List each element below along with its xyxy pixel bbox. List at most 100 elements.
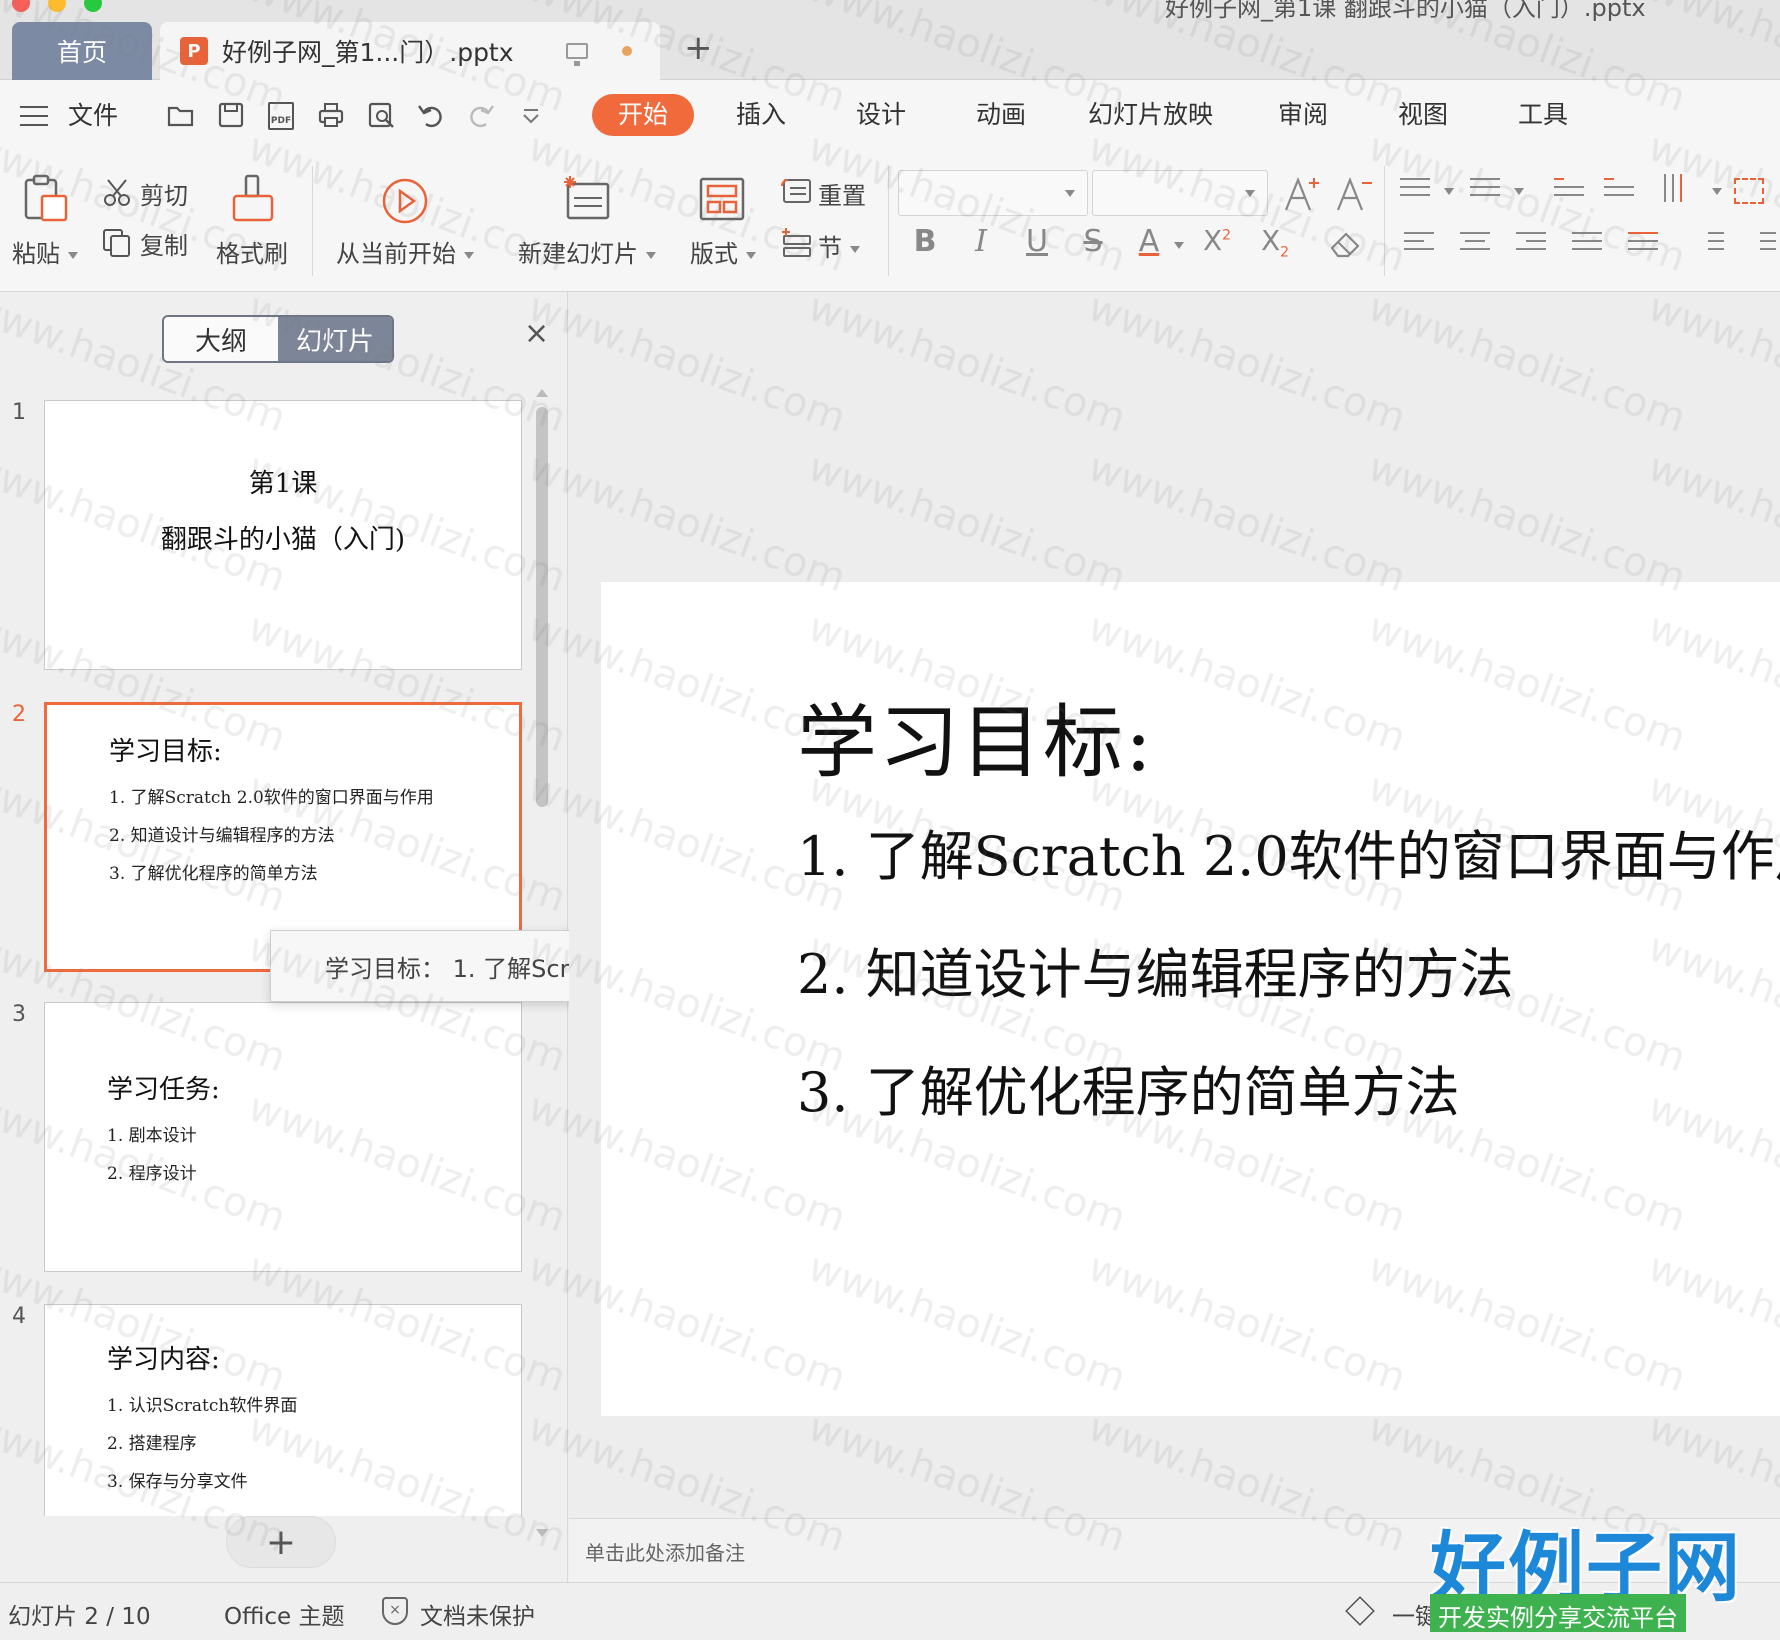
reset-button[interactable]: 重置 bbox=[818, 176, 866, 211]
protection-status[interactable]: 文档未保护 bbox=[420, 1597, 535, 1631]
monitor-icon[interactable] bbox=[565, 43, 588, 66]
slide-thumbnail-3[interactable]: 学习任务: 1. 剧本设计 2. 程序设计 bbox=[44, 1002, 522, 1272]
cut-button[interactable]: 剪切 bbox=[140, 176, 188, 211]
new-slide-icon[interactable] bbox=[562, 174, 614, 224]
line-spacing-icon[interactable] bbox=[1696, 232, 1726, 258]
increase-font-icon[interactable] bbox=[1282, 174, 1322, 214]
zoom-window-button[interactable] bbox=[84, 0, 102, 12]
tab-slides[interactable]: 幻灯片 bbox=[278, 317, 392, 361]
bold-icon[interactable]: B bbox=[908, 224, 942, 259]
tab-animation[interactable]: 动画 bbox=[976, 94, 1026, 136]
cube-icon[interactable] bbox=[1345, 1596, 1375, 1626]
scroll-up-arrow-icon[interactable] bbox=[536, 389, 548, 397]
slide-thumbnail-1[interactable]: 第1课 翻跟斗的小猫（入门) bbox=[44, 400, 522, 670]
undo-icon[interactable] bbox=[416, 100, 446, 130]
italic-icon[interactable]: I bbox=[964, 224, 998, 259]
tab-document-label: 好例子网_第1...门）.pptx bbox=[222, 38, 514, 67]
chevron-down-icon[interactable] bbox=[1444, 188, 1454, 195]
justify-icon[interactable] bbox=[1572, 232, 1602, 258]
thumb-text: 2. 知道设计与编辑程序的方法 bbox=[109, 826, 335, 846]
decrease-font-icon[interactable] bbox=[1334, 174, 1374, 214]
new-slide-button[interactable]: 新建幻灯片 bbox=[518, 234, 656, 269]
font-size-select[interactable] bbox=[1092, 170, 1268, 216]
chevron-down-icon[interactable] bbox=[1712, 188, 1722, 195]
font-name-select[interactable] bbox=[898, 170, 1088, 216]
scroll-down-arrow-icon[interactable] bbox=[536, 1529, 548, 1537]
underline-icon[interactable]: U bbox=[1020, 224, 1054, 259]
bullet-list-icon[interactable] bbox=[1400, 178, 1430, 204]
redo-icon[interactable] bbox=[466, 100, 496, 130]
align-right-icon[interactable] bbox=[1516, 232, 1546, 258]
add-slide-button[interactable]: + bbox=[226, 1516, 336, 1568]
chevron-down-icon[interactable] bbox=[1174, 242, 1184, 249]
tab-home[interactable]: 首页 bbox=[12, 22, 152, 80]
print-icon[interactable] bbox=[316, 100, 346, 130]
chevron-down-icon bbox=[464, 251, 474, 259]
paragraph-spacing-icon[interactable] bbox=[1748, 232, 1778, 258]
thumb-text: 2. 程序设计 bbox=[107, 1164, 197, 1184]
save-icon[interactable] bbox=[216, 100, 246, 130]
chevron-down-icon bbox=[68, 251, 78, 259]
slide-bullet[interactable]: 2. 知道设计与编辑程序的方法 bbox=[797, 930, 1514, 1009]
increase-indent-icon[interactable] bbox=[1604, 178, 1634, 204]
copy-icon[interactable] bbox=[102, 228, 132, 258]
paste-button[interactable]: 粘贴 bbox=[12, 234, 78, 269]
customize-quick-access-icon[interactable] bbox=[516, 100, 546, 130]
text-direction-icon[interactable] bbox=[1664, 174, 1694, 206]
play-from-current-button[interactable]: 从当前开始 bbox=[336, 234, 474, 269]
print-preview-icon[interactable] bbox=[366, 100, 396, 130]
align-left-icon[interactable] bbox=[1404, 232, 1434, 258]
paste-icon[interactable] bbox=[20, 172, 72, 224]
chevron-down-icon[interactable] bbox=[1514, 188, 1524, 195]
tab-document[interactable]: P 好例子网_第1...门）.pptx bbox=[160, 22, 660, 80]
copy-button[interactable]: 复制 bbox=[140, 226, 188, 261]
theme-name[interactable]: Office 主题 bbox=[224, 1597, 344, 1631]
minimize-window-button[interactable] bbox=[48, 0, 66, 12]
decrease-indent-icon[interactable] bbox=[1554, 178, 1584, 204]
tab-outline[interactable]: 大纲 bbox=[164, 317, 278, 361]
hamburger-menu-icon[interactable] bbox=[20, 106, 48, 126]
strikethrough-icon[interactable]: S bbox=[1076, 224, 1110, 259]
format-painter-button[interactable]: 格式刷 bbox=[216, 234, 288, 269]
logo-subtitle: 开发实例分享交流平台 bbox=[1430, 1594, 1686, 1632]
tab-review[interactable]: 审阅 bbox=[1278, 94, 1328, 136]
chevron-down-icon bbox=[1245, 190, 1255, 197]
text-box-align-icon[interactable] bbox=[1734, 178, 1764, 204]
tab-insert[interactable]: 插入 bbox=[736, 94, 786, 136]
slide-bullet[interactable]: 1. 了解Scratch 2.0软件的窗口界面与作用 bbox=[797, 812, 1780, 891]
format-painter-icon[interactable] bbox=[230, 174, 276, 224]
play-icon[interactable] bbox=[380, 176, 430, 226]
reset-slide-icon[interactable] bbox=[780, 176, 812, 206]
scissors-icon[interactable] bbox=[102, 178, 132, 208]
export-pdf-icon[interactable]: PDF bbox=[268, 102, 294, 130]
section-button[interactable]: 节 bbox=[818, 228, 860, 263]
subscript-icon[interactable]: X2 bbox=[1258, 224, 1292, 261]
tab-design[interactable]: 设计 bbox=[856, 94, 906, 136]
thumb-text: 第1课 bbox=[248, 469, 318, 499]
tab-view[interactable]: 视图 bbox=[1398, 94, 1448, 136]
slide-title[interactable]: 学习目标: bbox=[797, 678, 1154, 794]
layout-button[interactable]: 版式 bbox=[690, 234, 756, 269]
tab-tools[interactable]: 工具 bbox=[1518, 94, 1568, 136]
new-tab-button[interactable]: + bbox=[684, 26, 713, 70]
superscript-icon[interactable]: X2 bbox=[1200, 224, 1234, 257]
menu-file[interactable]: 文件 bbox=[68, 96, 118, 132]
tab-start[interactable]: 开始 bbox=[592, 94, 695, 136]
tab-slideshow[interactable]: 幻灯片放映 bbox=[1088, 94, 1213, 136]
open-folder-icon[interactable] bbox=[166, 100, 196, 130]
close-window-button[interactable] bbox=[12, 0, 30, 12]
distributed-align-icon[interactable] bbox=[1628, 232, 1658, 258]
clear-format-eraser-icon[interactable] bbox=[1328, 228, 1364, 260]
layout-icon[interactable] bbox=[698, 176, 746, 222]
close-panel-icon[interactable]: × bbox=[524, 316, 549, 351]
numbered-list-icon[interactable] bbox=[1470, 178, 1500, 204]
thumb-title: 学习任务: bbox=[107, 1075, 220, 1105]
slide-thumbnail-4[interactable]: 学习内容: 1. 认识Scratch软件界面 2. 搭建程序 3. 保存与分享文… bbox=[44, 1304, 522, 1516]
align-center-icon[interactable] bbox=[1460, 232, 1490, 258]
section-icon[interactable] bbox=[780, 228, 812, 258]
font-color-icon[interactable]: A bbox=[1132, 224, 1166, 259]
notes-placeholder[interactable]: 单击此处添加备注 bbox=[585, 1537, 745, 1566]
current-slide[interactable]: 学习目标: 1. 了解Scratch 2.0软件的窗口界面与作用 2. 知道设计… bbox=[601, 582, 1780, 1416]
slide-bullet[interactable]: 3. 了解优化程序的简单方法 bbox=[797, 1048, 1460, 1127]
scroll-thumb[interactable] bbox=[536, 407, 548, 807]
